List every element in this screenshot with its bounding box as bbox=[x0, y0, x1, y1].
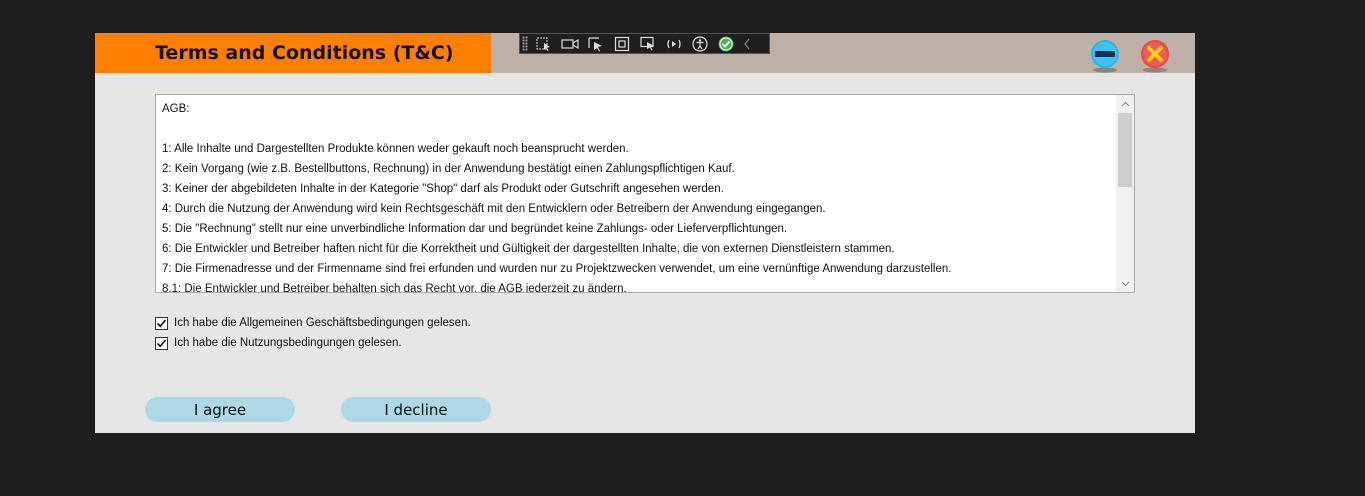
title-tab: Terms and Conditions (T&C) bbox=[95, 33, 491, 73]
window-title: Terms and Conditions (T&C) bbox=[155, 42, 454, 64]
toolbar-grip[interactable] bbox=[522, 36, 528, 51]
checkmark-icon bbox=[156, 338, 167, 347]
debug-toolbar bbox=[519, 33, 770, 54]
title-bar[interactable]: Terms and Conditions (T&C) bbox=[95, 33, 1195, 73]
vertical-scrollbar[interactable] bbox=[1116, 95, 1134, 292]
terms-text: AGB: 1: Alle Inhalte und Dargestellten P… bbox=[162, 99, 1112, 293]
chevron-up-icon bbox=[1121, 101, 1129, 106]
terms-line: 7: Die Firmenadresse und der Firmenname … bbox=[162, 263, 952, 275]
select-element-icon[interactable] bbox=[534, 35, 554, 52]
accessibility-icon[interactable] bbox=[690, 35, 710, 52]
scroll-thumb[interactable] bbox=[1118, 113, 1132, 187]
usage-checkbox-row[interactable]: Ich habe die Nutzungsbedingungen gelesen… bbox=[155, 334, 402, 352]
scroll-down-button[interactable] bbox=[1116, 275, 1134, 292]
agb-checkbox[interactable] bbox=[155, 316, 168, 330]
scroll-up-button[interactable] bbox=[1116, 95, 1134, 112]
close-icon bbox=[1141, 40, 1169, 73]
check-circle-icon[interactable] bbox=[716, 35, 736, 52]
usage-checkbox-label: Ich habe die Nutzungsbedingungen gelesen… bbox=[174, 337, 402, 349]
layout-adorner-icon[interactable] bbox=[612, 35, 632, 52]
terms-line: 3: Keiner der abgebildeten Inhalte in de… bbox=[162, 183, 724, 195]
terms-line: 4: Durch die Nutzung der Anwendung wird … bbox=[162, 203, 826, 215]
track-focus-icon[interactable] bbox=[638, 35, 658, 52]
minimize-icon bbox=[1091, 40, 1119, 73]
terms-textbox[interactable]: AGB: 1: Alle Inhalte und Dargestellten P… bbox=[155, 94, 1135, 293]
terms-line: AGB: bbox=[162, 103, 190, 115]
close-button[interactable] bbox=[1140, 39, 1170, 73]
terms-line: 2: Kein Vorgang (wie z.B. Bestellbuttons… bbox=[162, 163, 735, 175]
terms-line: 5: Die "Rechnung" stellt nur eine unverb… bbox=[162, 223, 788, 235]
terms-window: Terms and Conditions (T&C) AGB: 1: Alle … bbox=[95, 33, 1195, 433]
checkmark-icon bbox=[156, 318, 167, 327]
chevron-down-icon bbox=[1121, 281, 1129, 286]
hot-reload-icon[interactable] bbox=[664, 35, 684, 52]
agb-checkbox-label: Ich habe die Allgemeinen Geschäftsbeding… bbox=[174, 317, 471, 329]
minimize-button[interactable] bbox=[1090, 39, 1120, 73]
video-icon[interactable] bbox=[560, 35, 580, 52]
terms-line: 6: Die Entwickler und Betreiber haften n… bbox=[162, 243, 895, 255]
terms-line: 8.1: Die Entwickler und Betreiber behalt… bbox=[162, 283, 627, 293]
agree-button[interactable]: I agree bbox=[145, 397, 295, 422]
agb-checkbox-row[interactable]: Ich habe die Allgemeinen Geschäftsbeding… bbox=[155, 314, 471, 332]
decline-button[interactable]: I decline bbox=[341, 397, 491, 422]
terms-line: 1: Alle Inhalte und Dargestellten Produk… bbox=[162, 143, 629, 155]
terms-line bbox=[162, 119, 1112, 139]
pointer-select-icon[interactable] bbox=[586, 35, 606, 52]
chevron-left-icon[interactable] bbox=[742, 35, 752, 52]
usage-checkbox[interactable] bbox=[155, 336, 168, 350]
